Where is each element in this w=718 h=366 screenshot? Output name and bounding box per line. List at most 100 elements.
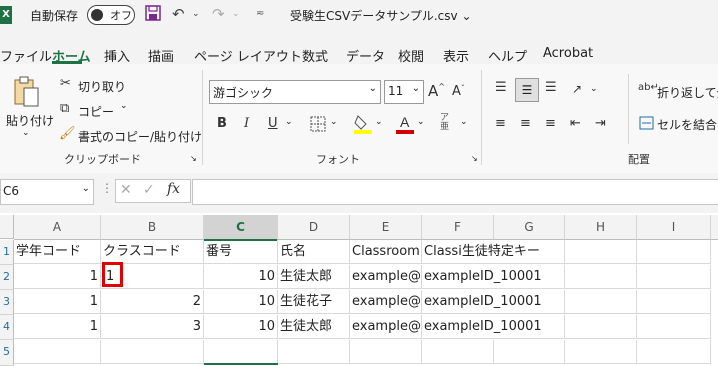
orientation-dropdown-icon[interactable]: ⌄ [590, 84, 598, 94]
font-color-icon[interactable]: A [396, 113, 414, 137]
tab-review[interactable]: 校閲 [398, 46, 424, 65]
cell-e2[interactable]: example@ [350, 265, 422, 289]
bold-button[interactable]: B [217, 116, 227, 131]
cell-c5[interactable] [204, 340, 278, 364]
cell-f2[interactable]: exampleID_10001 [422, 265, 565, 289]
redo-icon[interactable]: ↷ [212, 5, 225, 23]
row-header[interactable]: 2 [0, 265, 14, 290]
cell-h1[interactable] [565, 240, 637, 264]
paste-dropdown-icon[interactable]: ⌄ [22, 128, 30, 138]
cell-f1[interactable]: Classi生徒特定キー [422, 240, 565, 264]
cell-e4[interactable]: example@ [350, 315, 422, 339]
column-header-d[interactable]: D [278, 215, 350, 240]
cell-d3[interactable]: 生徒花子 [278, 290, 350, 314]
paste-icon[interactable] [12, 76, 40, 111]
cell-i5[interactable] [637, 340, 711, 364]
cell-d2[interactable]: 生徒太郎 [278, 265, 350, 289]
align-top-icon[interactable]: ☰ [495, 80, 507, 95]
font-color-dropdown-icon[interactable]: ⌄ [417, 117, 425, 127]
copy-dropdown-icon[interactable]: ⌄ [120, 101, 128, 111]
phonetic-dropdown-icon[interactable]: ⌄ [460, 117, 468, 127]
wrap-text-icon[interactable]: ab↵ [638, 82, 659, 93]
tab-page-layout[interactable]: ページ レイアウト [194, 46, 302, 65]
cell-a5[interactable] [14, 340, 101, 364]
cell-d4[interactable]: 生徒太郎 [278, 315, 350, 339]
align-right-icon[interactable]: ≡ [545, 116, 556, 131]
insert-function-icon[interactable]: fx [167, 181, 180, 197]
name-box[interactable]: C6 ⌄ [0, 179, 94, 205]
column-header-b[interactable]: B [101, 215, 204, 240]
fill-color-dropdown-icon[interactable]: ⌄ [375, 117, 383, 127]
autosave-toggle[interactable]: オフ [87, 5, 135, 25]
redo-dropdown-icon[interactable]: ⌄ [232, 9, 240, 19]
cell-a3[interactable]: 1 [14, 290, 101, 314]
cell-d1[interactable]: 氏名 [278, 240, 350, 264]
wrap-text-button[interactable]: 折り返して全 [657, 84, 718, 101]
cell-b3[interactable]: 2 [101, 290, 204, 314]
undo-icon[interactable]: ↶ [172, 5, 185, 23]
cell-h2[interactable] [565, 265, 637, 289]
align-bottom-icon[interactable]: ☰ [545, 80, 557, 95]
format-painter-button[interactable]: 書式のコピー/貼り付け [78, 128, 202, 145]
cell-a1[interactable]: 学年コード [14, 240, 101, 264]
row-header[interactable]: 3 [0, 290, 14, 315]
column-header-a[interactable]: A [14, 215, 101, 240]
row-header[interactable]: 4 [0, 315, 14, 340]
cell-e1[interactable]: Classroom [350, 240, 422, 264]
italic-button[interactable]: I [244, 116, 249, 131]
cut-button[interactable]: 切り取り [78, 78, 126, 95]
select-all-corner[interactable] [0, 215, 14, 239]
cell-h4[interactable] [565, 315, 637, 339]
cell-i1[interactable] [637, 240, 711, 264]
cell-h3[interactable] [565, 290, 637, 314]
cell-f4[interactable]: exampleID_10001 [422, 315, 565, 339]
cell-a2[interactable]: 1 [14, 265, 101, 289]
cell-f5[interactable] [422, 340, 494, 364]
font-size-select[interactable]: 11 ⌄ [384, 80, 424, 104]
cell-e3[interactable]: example@ [350, 290, 422, 314]
cell-c2[interactable]: 10 [204, 265, 278, 289]
align-middle-icon[interactable]: ☰ [515, 78, 539, 102]
column-header-i[interactable]: I [637, 215, 711, 240]
cell-c1[interactable]: 番号 [204, 240, 278, 264]
tab-view[interactable]: 表示 [443, 46, 469, 65]
cell-c4[interactable]: 10 [204, 315, 278, 339]
tab-draw[interactable]: 描画 [148, 46, 174, 65]
align-left-icon[interactable]: ≡ [495, 116, 506, 131]
cell-b5[interactable] [101, 340, 204, 364]
format-painter-icon[interactable]: 🖌 [59, 126, 76, 141]
cell-c3[interactable]: 10 [204, 290, 278, 314]
merge-center-icon[interactable] [639, 116, 654, 133]
merge-cells-button[interactable]: セルを結合し [657, 116, 718, 133]
paste-button-label[interactable]: 貼り付け [6, 112, 54, 129]
tab-data[interactable]: データ [346, 46, 385, 65]
column-header-f[interactable]: F [422, 215, 494, 240]
undo-dropdown-icon[interactable]: ⌄ [192, 9, 200, 19]
cell-i4[interactable] [637, 315, 711, 339]
column-header-e[interactable]: E [350, 215, 422, 240]
column-header-g[interactable]: G [494, 215, 565, 240]
dialog-launcher-icon[interactable]: ↘ [471, 154, 478, 163]
phonetic-guide-icon[interactable]: ア亜 [440, 114, 449, 132]
copy-button[interactable]: コピー [78, 103, 114, 120]
align-center-icon[interactable]: ≡ [520, 116, 531, 131]
increase-indent-icon[interactable]: ⇥ [595, 116, 606, 131]
font-name-select[interactable]: 游ゴシック ⌄ [209, 80, 381, 104]
underline-dropdown-icon[interactable]: ⌄ [285, 117, 293, 127]
cell-e5[interactable] [350, 340, 422, 364]
increase-font-size-icon[interactable]: A^ [428, 82, 445, 100]
orientation-icon[interactable]: ↗ [572, 82, 582, 96]
decrease-font-size-icon[interactable]: Aˇ [452, 84, 465, 99]
cell-a4[interactable]: 1 [14, 315, 101, 339]
cell-b1[interactable]: クラスコード [101, 240, 204, 264]
cell-g5[interactable] [494, 340, 565, 364]
tab-help[interactable]: ヘルプ [488, 46, 527, 65]
scissors-icon[interactable]: ✂ [60, 76, 71, 91]
cell-h5[interactable] [565, 340, 637, 364]
underline-button[interactable]: U [268, 116, 278, 131]
cell-f3[interactable]: exampleID_10001 [422, 290, 565, 314]
column-header-h[interactable]: H [565, 215, 637, 240]
borders-dropdown-icon[interactable]: ⌄ [330, 117, 338, 127]
cell-b4[interactable]: 3 [101, 315, 204, 339]
cancel-icon[interactable]: ✕ [120, 182, 132, 198]
